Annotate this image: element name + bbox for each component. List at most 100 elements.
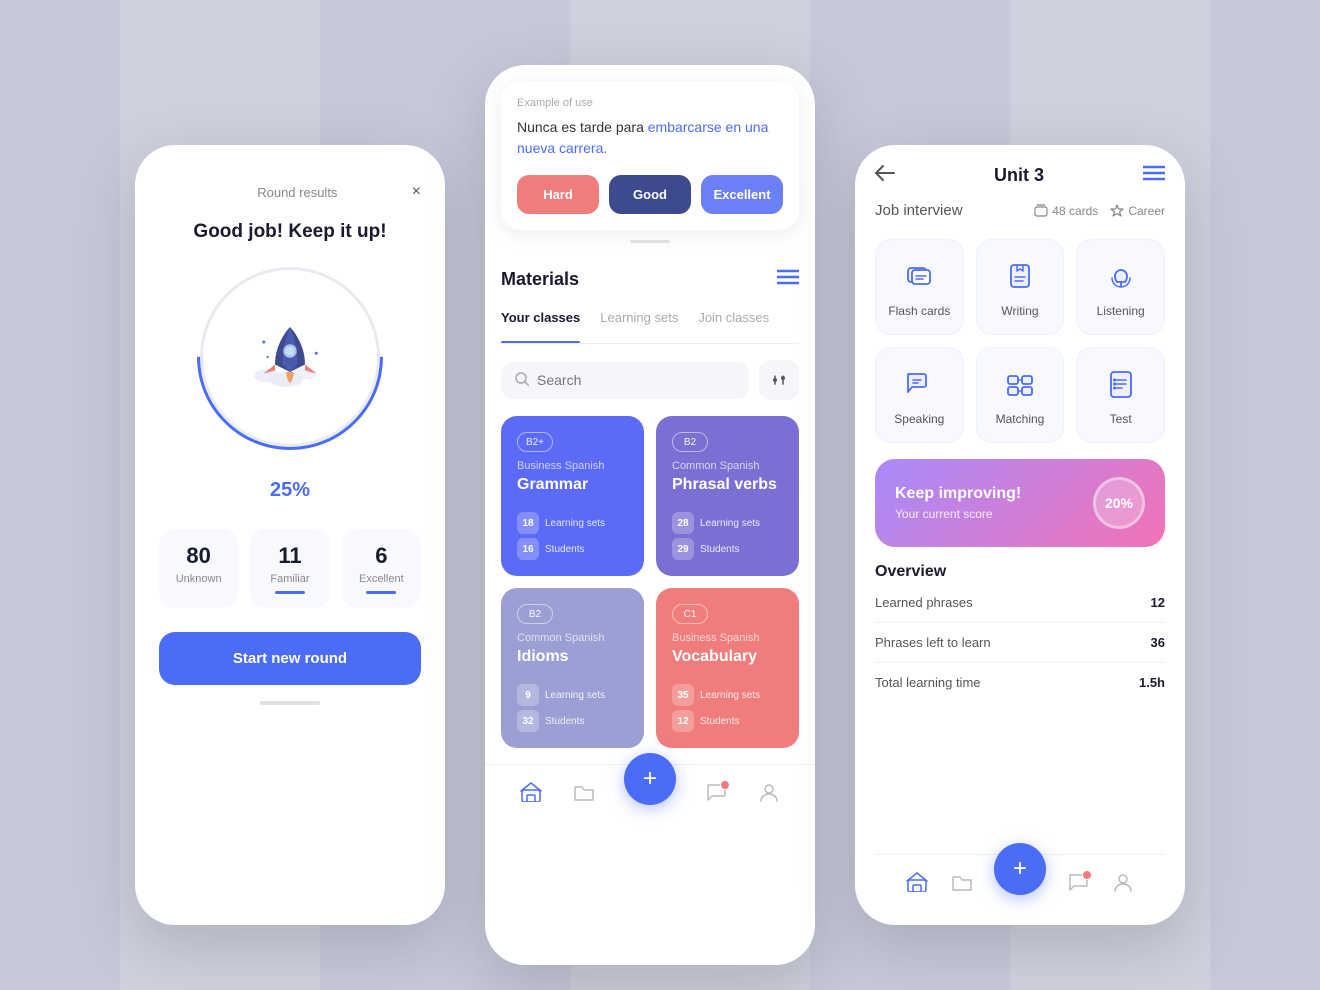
course-card-2[interactable]: B2 Common Spanish Idioms 9Learning sets …	[501, 588, 644, 748]
rocket-circle	[200, 267, 380, 447]
level-badge-1: B2	[672, 432, 708, 452]
round-results-title: Round results	[183, 185, 412, 200]
unit-subtitle: Job interview	[875, 202, 963, 219]
course-card-0[interactable]: B2+ Business Spanish Grammar 18Learning …	[501, 416, 644, 576]
phone1-header: Round results ×	[159, 183, 421, 201]
nav3-folder-icon[interactable]	[950, 870, 974, 894]
nav-chat-icon[interactable]	[704, 780, 728, 804]
card-stats-1: 28Learning sets 29Students	[672, 512, 783, 560]
activity-test[interactable]: Test	[1076, 347, 1165, 443]
cards-count-item: 48 cards	[1034, 204, 1098, 218]
card-category-1: Common Spanish	[672, 460, 783, 472]
hard-button[interactable]: Hard	[517, 175, 599, 214]
overview-title: Overview	[875, 563, 1165, 581]
excellent-bar	[366, 591, 396, 594]
flashcard-top: Example of use Nunca es tarde para embar…	[501, 81, 799, 230]
card-category-0: Business Spanish	[517, 460, 628, 472]
overview-item-1: Phrases left to learn 36	[875, 635, 1165, 663]
nav-profile-icon[interactable]	[757, 780, 781, 804]
unit-title: Unit 3	[994, 165, 1044, 186]
score-circle: 20%	[1093, 477, 1145, 529]
tab-your-classes[interactable]: Your classes	[501, 310, 580, 333]
percent-display: 25%	[270, 463, 310, 505]
unit-meta: 48 cards Career	[1034, 204, 1165, 218]
activity-speaking[interactable]: Speaking	[875, 347, 964, 443]
nav-home-icon[interactable]	[519, 780, 543, 804]
hamburger-icon[interactable]	[777, 269, 799, 290]
card-stats-2: 9Learning sets 32Students	[517, 684, 628, 732]
familiar-value: 11	[260, 543, 319, 569]
stat-familiar: 11 Familiar	[250, 529, 329, 608]
congrats-text: Good job! Keep it up!	[193, 221, 386, 243]
matching-icon	[1000, 364, 1040, 404]
test-icon	[1101, 364, 1141, 404]
phone-round-results: Round results × Good job! Keep it up!	[135, 145, 445, 925]
phone-materials: Example of use Nunca es tarde para embar…	[485, 65, 815, 965]
card-stats-3: 35Learning sets 12Students	[672, 684, 783, 732]
example-text: Nunca es tarde para embarcarse en una nu…	[517, 117, 783, 159]
nav3-profile-icon[interactable]	[1111, 870, 1135, 894]
speaking-icon	[899, 364, 939, 404]
activity-flashcards[interactable]: Flash cards	[875, 239, 964, 335]
tab-learning-sets[interactable]: Learning sets	[600, 310, 678, 333]
fab-add-button[interactable]: +	[624, 753, 676, 805]
category-icon	[1110, 204, 1124, 218]
activity-writing[interactable]: Writing	[976, 239, 1065, 335]
fab3-add-button[interactable]: +	[994, 843, 1046, 895]
excellent-value: 6	[352, 543, 411, 569]
level-badge-2: B2	[517, 604, 553, 624]
score-percent: 20%	[1105, 495, 1133, 511]
stat-unknown: 80 Unknown	[159, 529, 238, 608]
activity-matching[interactable]: Matching	[976, 347, 1065, 443]
home-indicator	[260, 701, 320, 705]
phone-notch	[240, 145, 340, 167]
level-badge-3: C1	[672, 604, 708, 624]
menu-button[interactable]	[1143, 165, 1165, 186]
card-name-2: Idioms	[517, 648, 628, 672]
search-icon	[515, 372, 529, 389]
current-score-text: Your current score	[895, 507, 1093, 521]
stat-excellent: 6 Excellent	[342, 529, 421, 608]
filter-button[interactable]	[759, 360, 799, 400]
card-stats-0: 18Learning sets 16Students	[517, 512, 628, 560]
listening-label: Listening	[1097, 304, 1145, 318]
phone3-bottom-nav: +	[875, 854, 1165, 909]
card-name-0: Grammar	[517, 476, 628, 500]
tabs-row: Your classes Learning sets Join classes	[501, 310, 799, 344]
flashcards-label: Flash cards	[888, 304, 950, 318]
scroll-indicator	[630, 240, 670, 243]
familiar-label: Familiar	[260, 573, 319, 585]
overview-section: Overview Learned phrases 12 Phrases left…	[875, 563, 1165, 854]
materials-main: Materials Your classes Learning sets Joi…	[485, 253, 815, 764]
writing-icon	[1000, 256, 1040, 296]
progress-card: Keep improving! Your current score 20%	[875, 459, 1165, 547]
start-new-round-button[interactable]: Start new round	[159, 632, 421, 685]
level-badge-0: B2+	[517, 432, 553, 452]
search-input[interactable]	[537, 372, 735, 388]
phone1-screen: Round results × Good job! Keep it up!	[135, 167, 445, 925]
unit-header: Unit 3	[875, 165, 1165, 186]
card-category-3: Business Spanish	[672, 632, 783, 644]
activity-listening[interactable]: Listening	[1076, 239, 1165, 335]
category-label: Career	[1128, 204, 1165, 218]
search-input-wrap	[501, 362, 749, 399]
close-button[interactable]: ×	[412, 183, 421, 201]
card-name-1: Phrasal verbs	[672, 476, 783, 500]
cards-icon	[1034, 204, 1048, 218]
good-button[interactable]: Good	[609, 175, 691, 214]
excellent-button[interactable]: Excellent	[701, 175, 783, 214]
filter-icon	[771, 372, 787, 388]
progress-text: Keep improving! Your current score	[895, 485, 1093, 521]
back-button[interactable]	[875, 165, 895, 186]
nav-folder-icon[interactable]	[572, 780, 596, 804]
activity-grid: Flash cards Writing	[875, 239, 1165, 443]
course-card-1[interactable]: B2 Common Spanish Phrasal verbs 28Learni…	[656, 416, 799, 576]
flashcards-icon	[899, 256, 939, 296]
materials-header: Materials	[501, 269, 799, 290]
card-category-2: Common Spanish	[517, 632, 628, 644]
nav3-chat-icon[interactable]	[1066, 870, 1090, 894]
course-card-3[interactable]: C1 Business Spanish Vocabulary 35Learnin…	[656, 588, 799, 748]
nav3-home-icon[interactable]	[905, 870, 929, 894]
tab-join-classes[interactable]: Join classes	[698, 310, 769, 333]
materials-title: Materials	[501, 269, 579, 290]
